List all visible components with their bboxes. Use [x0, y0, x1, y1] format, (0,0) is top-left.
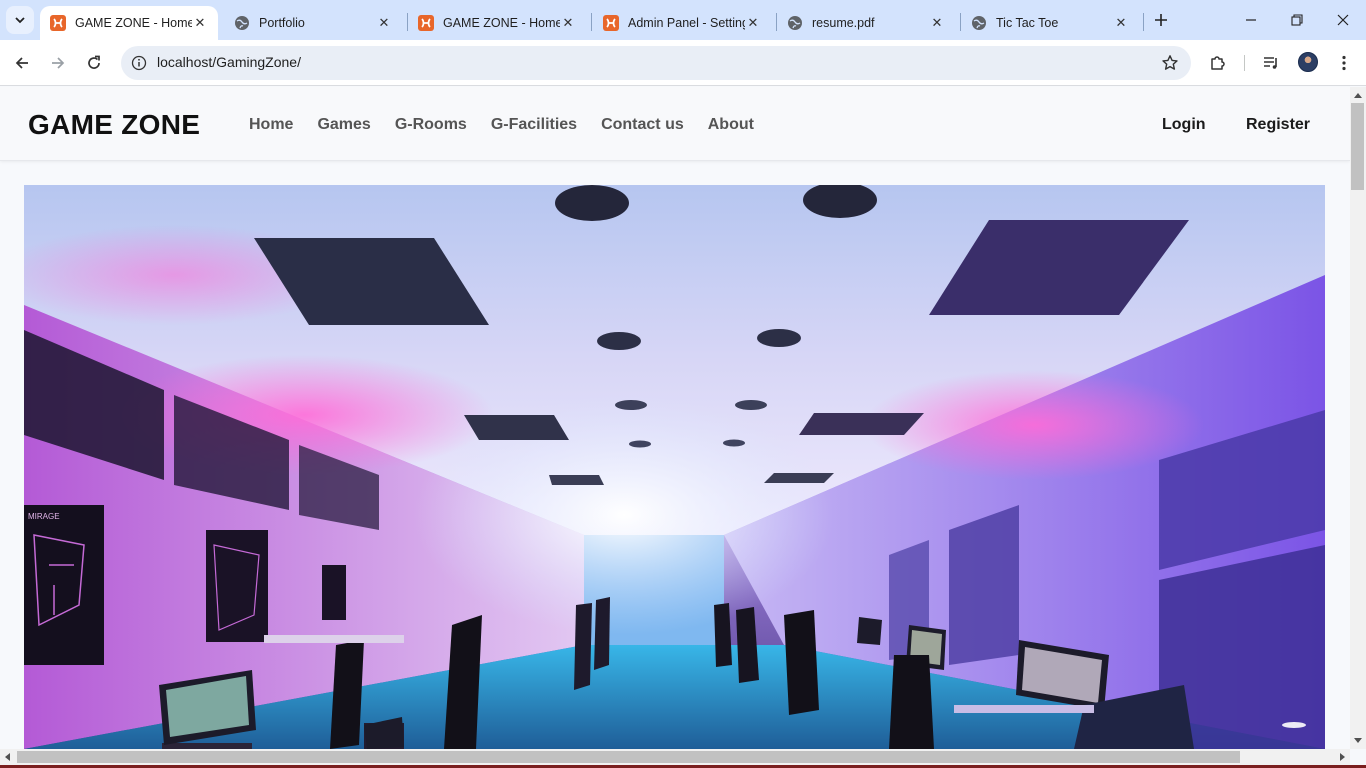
url-text[interactable]: localhost/GamingZone/ — [157, 54, 301, 70]
hero-image: MIRAGE — [24, 185, 1325, 749]
page-viewport: GAME ZONE Home Games G-Rooms G-Facilitie… — [0, 87, 1350, 749]
close-tab-icon[interactable]: ✕ — [745, 15, 761, 31]
more-vertical-icon — [1342, 55, 1346, 71]
forward-button[interactable] — [44, 49, 72, 77]
browser-tab-1[interactable]: GAME ZONE - Home ✕ — [40, 6, 218, 40]
restore-icon — [1291, 14, 1303, 26]
close-icon — [1337, 14, 1349, 26]
puzzle-icon — [1211, 56, 1225, 70]
close-window-button[interactable] — [1320, 0, 1366, 40]
restore-button[interactable] — [1274, 0, 1320, 40]
close-tab-icon[interactable]: ✕ — [560, 15, 576, 31]
new-tab-button[interactable] — [1150, 8, 1172, 32]
tab-separator — [1143, 13, 1144, 31]
minimize-button[interactable] — [1228, 0, 1274, 40]
nav-link-contact[interactable]: Contact us — [601, 116, 684, 134]
nav-link-games[interactable]: Games — [317, 116, 370, 134]
media-queue-icon — [1264, 57, 1277, 69]
vertical-scroll-thumb[interactable] — [1351, 103, 1364, 190]
browser-tab-4[interactable]: Admin Panel - Setting ✕ — [593, 6, 771, 40]
site-info-icon[interactable] — [131, 55, 147, 71]
browser-tab-2[interactable]: Portfolio ✕ — [224, 6, 402, 40]
browser-tab-6[interactable]: Tic Tac Toe ✕ — [961, 6, 1139, 40]
browser-menu-button[interactable] — [1330, 49, 1358, 77]
plus-icon — [1155, 14, 1167, 26]
arrow-left-icon — [15, 57, 28, 69]
reload-icon — [88, 55, 100, 69]
xampp-icon — [50, 15, 66, 31]
login-link[interactable]: Login — [1162, 116, 1206, 134]
close-tab-icon[interactable]: ✕ — [1113, 15, 1129, 31]
nav-link-g-rooms[interactable]: G-Rooms — [395, 116, 467, 134]
extensions-button[interactable] — [1204, 49, 1232, 77]
poster-text: MIRAGE — [28, 512, 60, 521]
browser-tab-strip: GAME ZONE - Home ✕ Portfolio ✕ GAME ZONE… — [0, 0, 1366, 40]
nav-link-home[interactable]: Home — [249, 116, 293, 134]
back-button[interactable] — [8, 49, 36, 77]
horizontal-scroll-thumb[interactable] — [17, 751, 1240, 763]
chevron-down-icon — [15, 17, 25, 24]
arrow-right-icon — [52, 57, 65, 69]
toolbar-divider — [1244, 55, 1245, 71]
register-link[interactable]: Register — [1246, 116, 1310, 134]
site-navbar: GAME ZONE Home Games G-Rooms G-Facilitie… — [0, 87, 1350, 161]
nav-link-about[interactable]: About — [708, 116, 754, 134]
close-tab-icon[interactable]: ✕ — [376, 15, 392, 31]
tab-title: Admin Panel - Setting — [628, 16, 745, 30]
tab-title: resume.pdf — [812, 16, 875, 30]
address-bar[interactable]: localhost/GamingZone/ — [121, 46, 1191, 80]
media-controls-button[interactable] — [1257, 49, 1285, 77]
globe-icon — [235, 16, 249, 30]
site-brand[interactable]: GAME ZONE — [28, 109, 200, 141]
tab-title: Portfolio — [259, 16, 305, 30]
browser-tab-5[interactable]: resume.pdf ✕ — [777, 6, 955, 40]
gaming-room-illustration: MIRAGE — [24, 185, 1325, 749]
nav-link-g-facilities[interactable]: G-Facilities — [491, 116, 577, 134]
site-nav-links: Home Games G-Rooms G-Facilities Contact … — [249, 116, 778, 134]
xampp-icon — [603, 15, 619, 31]
tab-title: GAME ZONE - Home — [443, 16, 560, 30]
tab-search-button[interactable] — [6, 6, 34, 34]
bookmark-star-icon[interactable] — [1161, 54, 1179, 72]
scroll-right-arrow-icon[interactable] — [1339, 752, 1346, 762]
profile-avatar[interactable] — [1298, 52, 1318, 72]
globe-icon — [972, 16, 986, 30]
tab-title: Tic Tac Toe — [996, 16, 1059, 30]
minimize-icon — [1246, 19, 1256, 21]
browser-tab-3[interactable]: GAME ZONE - Home ✕ — [408, 6, 586, 40]
browser-toolbar: localhost/GamingZone/ — [0, 40, 1366, 86]
reload-button[interactable] — [80, 49, 108, 77]
close-tab-icon[interactable]: ✕ — [192, 15, 208, 31]
scroll-down-arrow-icon[interactable] — [1353, 737, 1363, 744]
tab-title: GAME ZONE - Home — [75, 16, 192, 30]
globe-icon — [788, 16, 802, 30]
scroll-left-arrow-icon[interactable] — [4, 752, 11, 762]
scroll-up-arrow-icon[interactable] — [1353, 92, 1363, 99]
xampp-icon — [418, 15, 434, 31]
close-tab-icon[interactable]: ✕ — [929, 15, 945, 31]
tab-separator — [591, 13, 592, 31]
